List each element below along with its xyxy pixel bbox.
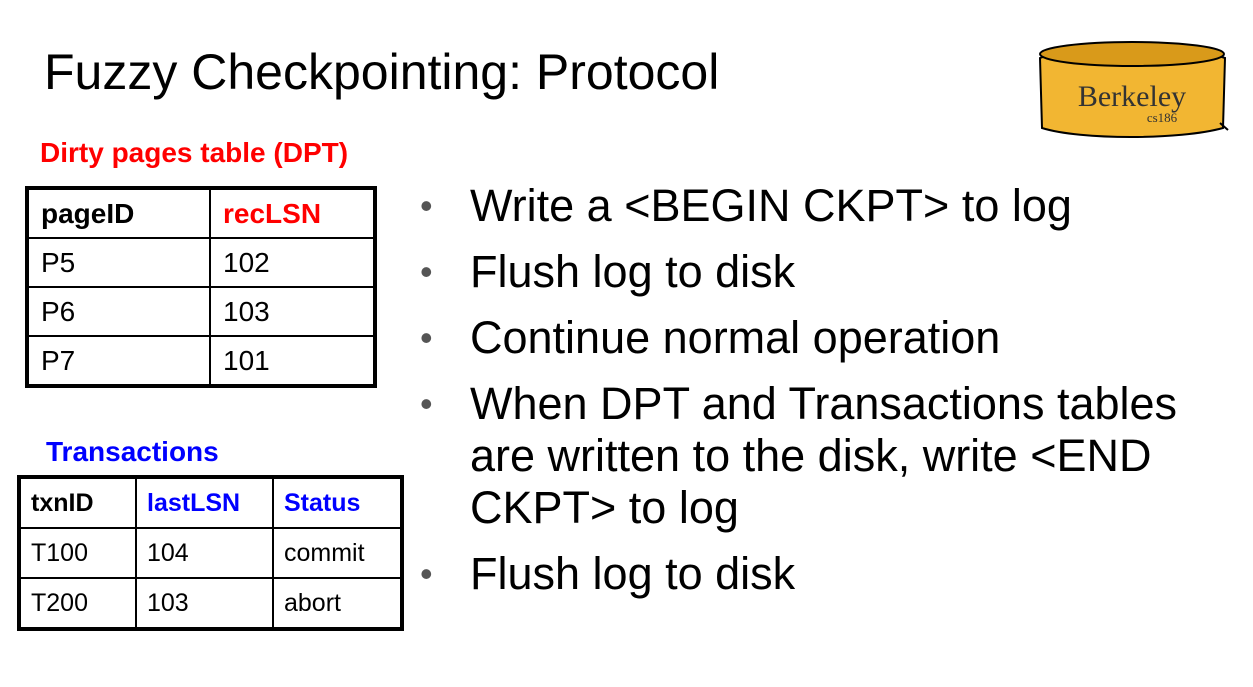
table-header-row: pageID recLSN	[26, 187, 376, 239]
table-row: P5 102	[26, 237, 376, 288]
table-cell: 104	[135, 527, 274, 579]
berkeley-cs186-logo: Berkeley cs186	[1038, 41, 1229, 138]
table-cell: 101	[209, 335, 376, 387]
bullet-text: Write a <BEGIN CKPT> to log	[470, 180, 1072, 231]
bullet-item: • Flush log to disk	[420, 246, 1240, 298]
table-cell: 103	[135, 577, 274, 630]
table-cell: 102	[209, 237, 376, 288]
table-cell: P6	[26, 286, 211, 337]
bullet-item: • Write a <BEGIN CKPT> to log	[420, 180, 1240, 232]
header-pageid: pageID	[26, 187, 211, 239]
bullet-item: • Continue normal operation	[420, 312, 1240, 364]
bullet-text: When DPT and Transactions tables are wri…	[470, 378, 1178, 533]
transactions-label: Transactions	[46, 436, 219, 467]
header-txnid: txnID	[18, 476, 137, 529]
header-reclsn: recLSN	[209, 187, 376, 239]
bullet-item: • Flush log to disk	[420, 548, 1240, 600]
table-cell: T200	[18, 577, 137, 630]
dpt-label: Dirty pages table (DPT)	[40, 137, 349, 168]
table-cell: commit	[272, 527, 403, 579]
bullet-glyph: •	[420, 553, 433, 594]
slide-title: Fuzzy Checkpointing: Protocol	[44, 44, 720, 100]
table-header-row: txnID lastLSN Status	[18, 476, 403, 529]
table-row: P7 101	[26, 335, 376, 387]
table-cell: T100	[18, 527, 137, 579]
bullet-item: • When DPT and Transactions tables are wr…	[420, 378, 1240, 534]
header-status: Status	[272, 476, 403, 529]
protocol-bullet-list: • Write a <BEGIN CKPT> to log • Flush log …	[420, 180, 1240, 614]
table-row: T100 104 commit	[18, 527, 403, 579]
bullet-text: Continue normal operation	[470, 312, 1001, 363]
table-cell: P5	[26, 237, 211, 288]
bullet-glyph: •	[420, 383, 433, 424]
dirty-pages-table: pageID recLSN P5 102 P6 103 P7 101	[25, 186, 377, 388]
table-row: T200 103 abort	[18, 577, 403, 630]
bullet-glyph: •	[420, 251, 433, 292]
table-cell: 103	[209, 286, 376, 337]
transactions-table: txnID lastLSN Status T100 104 commit T20…	[17, 475, 404, 631]
bullet-glyph: •	[420, 317, 433, 358]
bullet-text: Flush log to disk	[470, 548, 796, 599]
logo-sub-text: cs186	[1147, 110, 1178, 125]
table-row: P6 103	[26, 286, 376, 337]
header-lastlsn: lastLSN	[135, 476, 274, 529]
bullet-text: Flush log to disk	[470, 246, 796, 297]
logo-main-text: Berkeley	[1078, 80, 1186, 113]
table-cell: abort	[272, 577, 403, 630]
table-cell: P7	[26, 335, 211, 387]
bullet-glyph: •	[420, 185, 433, 226]
